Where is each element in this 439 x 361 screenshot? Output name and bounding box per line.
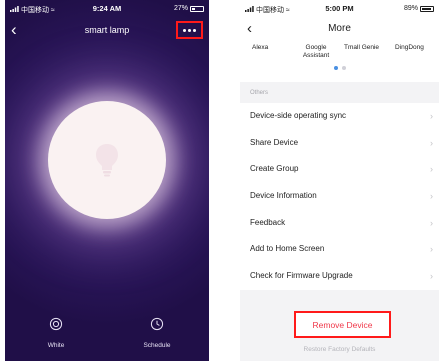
restore-factory-defaults-button[interactable]: Restore Factory Defaults xyxy=(240,346,439,353)
more-dot xyxy=(188,28,191,32)
menu-item-feedback[interactable]: Feedback › xyxy=(240,210,439,237)
schedule-label: Schedule xyxy=(143,342,171,349)
page-dot[interactable] xyxy=(341,66,346,70)
assistant-alexa[interactable]: Alexa xyxy=(252,44,268,52)
assistant-google[interactable]: Google Assistant xyxy=(298,44,334,60)
chevron-right-icon: › xyxy=(430,111,433,121)
menu-item-label: Add to Home Screen xyxy=(250,244,325,254)
battery-icon xyxy=(420,5,434,12)
page-dot-active[interactable] xyxy=(333,66,338,70)
remove-device-highlight: Remove Device xyxy=(294,311,391,338)
assistant-carousel: Alexa Google Assistant Tmall Genie DingD… xyxy=(240,44,439,62)
menu-item-share-device[interactable]: Share Device › xyxy=(240,130,439,157)
nav-bar: ‹ smart lamp xyxy=(5,20,209,44)
menu-item-label: Device-side operating sync xyxy=(250,111,347,120)
chevron-right-icon: › xyxy=(430,244,433,255)
settings-menu: Device-side operating sync › Share Devic… xyxy=(240,103,439,290)
battery: 27% xyxy=(174,5,204,12)
battery-level xyxy=(422,7,431,10)
smart-lamp-screen: 中国移动 ≈ 9:24 AM 27% ‹ smart lamp White Sc… xyxy=(5,0,209,361)
menu-item-device-sync[interactable]: Device-side operating sync › xyxy=(240,103,439,130)
assistant-tmall-genie[interactable]: Tmall Genie xyxy=(344,44,379,52)
battery-percent: 27% xyxy=(173,5,188,12)
lamp-power-toggle[interactable] xyxy=(48,101,166,219)
schedule-button[interactable]: Schedule xyxy=(117,317,197,349)
assistant-dingdong[interactable]: DingDong xyxy=(395,44,424,52)
section-label: Others xyxy=(250,90,269,96)
menu-item-add-to-home-screen[interactable]: Add to Home Screen › xyxy=(240,236,439,263)
power-icon xyxy=(49,317,63,331)
chevron-right-icon: › xyxy=(430,271,433,282)
battery: 89% xyxy=(404,5,434,12)
menu-item-label: Check for Firmware Upgrade xyxy=(250,271,353,281)
chevron-right-icon: › xyxy=(430,164,433,175)
menu-item-label: Create Group xyxy=(250,164,299,174)
more-dot xyxy=(193,28,196,32)
menu-item-label: Feedback xyxy=(250,217,286,227)
battery-percent: 89% xyxy=(403,5,418,12)
battery-level xyxy=(192,7,195,10)
status-bar: 中国移动 ≈ 9:24 AM 27% xyxy=(5,0,209,20)
lightbulb-icon xyxy=(96,144,118,177)
chevron-right-icon: › xyxy=(430,137,433,148)
chevron-right-icon: › xyxy=(430,217,433,228)
more-screen: 中国移动 ≈ 5:00 PM 89% ‹ More Alexa Google A… xyxy=(240,0,439,361)
status-bar: 中国移动 ≈ 5:00 PM 89% xyxy=(240,0,439,20)
more-dots-icon xyxy=(183,28,186,32)
battery-icon xyxy=(190,5,204,12)
menu-item-label: Device Information xyxy=(250,191,317,201)
more-button[interactable] xyxy=(176,21,203,39)
menu-item-device-information[interactable]: Device Information › xyxy=(240,183,439,210)
white-mode-button[interactable]: White xyxy=(16,317,96,349)
menu-item-label: Share Device xyxy=(250,137,299,147)
bottom-toolbar: White Schedule xyxy=(5,311,209,361)
menu-item-firmware-upgrade[interactable]: Check for Firmware Upgrade › xyxy=(240,263,439,290)
header-panel: 中国移动 ≈ 5:00 PM 89% ‹ More Alexa Google A… xyxy=(240,0,439,82)
menu-item-create-group[interactable]: Create Group › xyxy=(240,156,439,183)
clock-icon xyxy=(150,317,164,331)
white-mode-label: White xyxy=(47,342,65,349)
remove-device-button[interactable]: Remove Device xyxy=(313,320,373,330)
chevron-right-icon: › xyxy=(430,191,433,202)
page-indicator xyxy=(240,66,439,70)
page-title: More xyxy=(328,23,351,34)
